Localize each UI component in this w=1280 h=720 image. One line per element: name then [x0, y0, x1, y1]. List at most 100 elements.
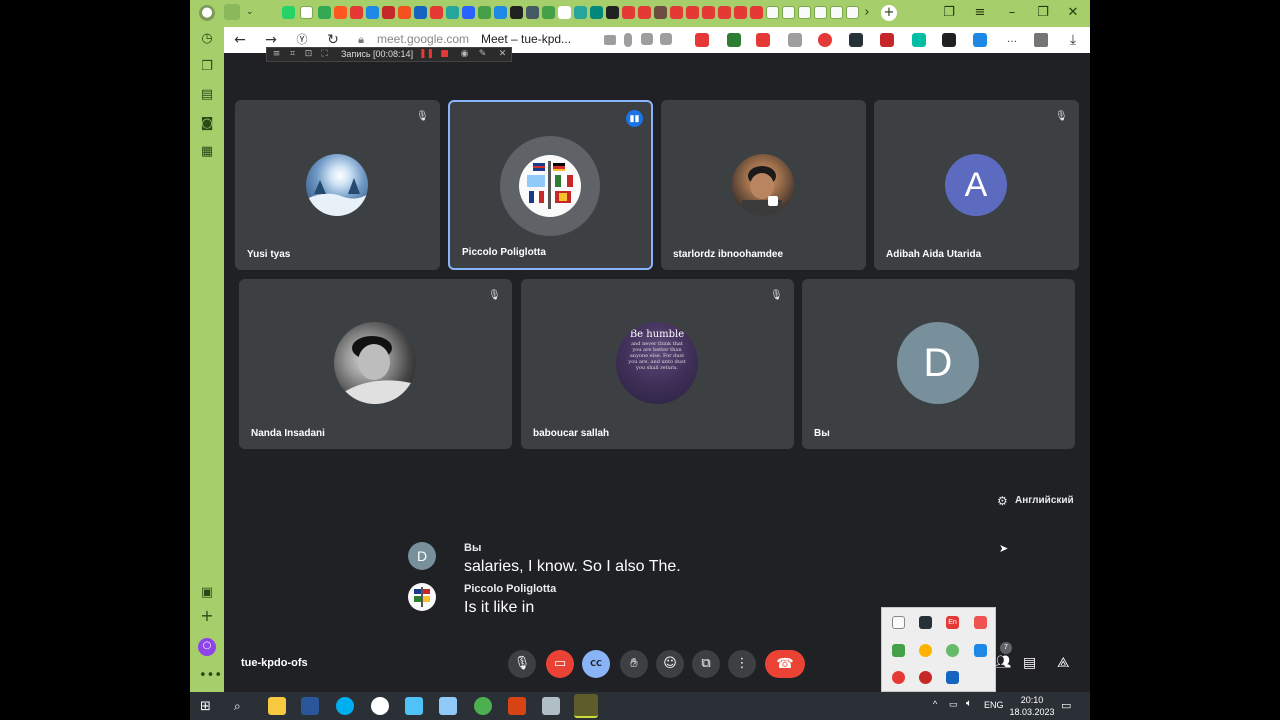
- clock[interactable]: 20:10 18.03.2023: [1008, 694, 1056, 718]
- tab-favicon[interactable]: [622, 6, 635, 19]
- extension-icon[interactable]: [849, 33, 863, 47]
- participant-tile-speaking[interactable]: ▮▮ Piccolo Poliglotta: [448, 100, 653, 270]
- yandex-browser-icon[interactable]: [371, 697, 389, 715]
- participant-tile-self[interactable]: D Вы: [802, 279, 1075, 449]
- tab-favicon[interactable]: [430, 6, 443, 19]
- tab-meet-active[interactable]: [300, 6, 313, 19]
- extension-icon[interactable]: [880, 33, 894, 47]
- app-tray-icon[interactable]: [892, 644, 905, 657]
- bookmark-icon[interactable]: [660, 33, 672, 45]
- tray-chevron-up-icon[interactable]: ^: [933, 699, 937, 709]
- menu-icon[interactable]: ≡: [971, 4, 989, 22]
- app-icon[interactable]: [405, 697, 423, 715]
- minimize-button[interactable]: –: [1003, 4, 1021, 22]
- tab-favicon[interactable]: [558, 6, 571, 19]
- participant-tile[interactable]: 🎙︎ A Adibah Aida Utarida: [874, 100, 1079, 270]
- tab-whatsapp[interactable]: [282, 6, 295, 19]
- recorder-app-icon[interactable]: [574, 694, 598, 718]
- sidebar-app-icon[interactable]: ▣: [199, 585, 215, 601]
- network-icon[interactable]: ▭: [949, 699, 958, 710]
- usb-icon[interactable]: [892, 616, 905, 629]
- shield-extension-icon[interactable]: [788, 33, 802, 47]
- volume-icon[interactable]: 🔈︎: [966, 698, 972, 709]
- tab-favicon[interactable]: [702, 6, 715, 19]
- menu-icon[interactable]: ≡: [271, 49, 282, 60]
- pen-icon[interactable]: ✎: [477, 49, 488, 60]
- extensions-puzzle-icon[interactable]: [1034, 33, 1048, 47]
- tab-favicon[interactable]: [782, 6, 795, 19]
- pause-icon[interactable]: ❚❚: [419, 49, 434, 60]
- tab-favicon[interactable]: [718, 6, 731, 19]
- tab-favicon[interactable]: [734, 6, 747, 19]
- emoji-button[interactable]: ☺: [656, 650, 684, 678]
- tab-favicon[interactable]: [526, 6, 539, 19]
- more-extensions-icon[interactable]: …: [1003, 31, 1021, 49]
- app-tray-icon[interactable]: [946, 671, 959, 684]
- back-button[interactable]: ←: [231, 31, 249, 49]
- tab-favicon[interactable]: [814, 6, 827, 19]
- more-icon[interactable]: •••: [199, 668, 222, 684]
- activities-icon[interactable]: ⟁: [1057, 655, 1070, 671]
- tab-audio-icon[interactable]: [641, 33, 653, 45]
- word-icon[interactable]: [301, 697, 319, 715]
- participant-tile[interactable]: starlordz ibnoohamdee: [661, 100, 866, 270]
- tab-favicon[interactable]: [510, 6, 523, 19]
- apps-grid-icon[interactable]: ▦: [199, 144, 215, 160]
- chevron-down-icon[interactable]: ⌄: [246, 6, 256, 19]
- extension-icon[interactable]: [912, 33, 926, 47]
- collections-icon[interactable]: ❐: [199, 59, 215, 75]
- camera-indicator-icon[interactable]: [604, 35, 616, 45]
- more-options-button[interactable]: ⋮: [728, 650, 756, 678]
- mic-button[interactable]: 🎙︎: [508, 650, 536, 678]
- window-icon[interactable]: ⊡: [303, 49, 314, 60]
- tab-favicon[interactable]: [638, 6, 651, 19]
- app-icon[interactable]: [439, 697, 457, 715]
- download-extension-icon[interactable]: [727, 33, 741, 47]
- tab-favicon[interactable]: [590, 6, 603, 19]
- close-window-button[interactable]: ✕: [1064, 4, 1082, 22]
- tab-favicon[interactable]: [654, 6, 667, 19]
- tab-favicon[interactable]: [830, 6, 843, 19]
- tab-favicon[interactable]: [366, 6, 379, 19]
- downloads-icon[interactable]: ⤓: [1064, 31, 1082, 49]
- file-explorer-icon[interactable]: [268, 697, 286, 715]
- profile-icon[interactable]: ●: [199, 5, 215, 21]
- app-icon[interactable]: [474, 697, 492, 715]
- notifications-icon[interactable]: ▭: [1061, 699, 1071, 712]
- participant-tile[interactable]: 🎙︎ Nanda Insadani: [239, 279, 512, 449]
- close-icon[interactable]: ✕: [497, 49, 508, 60]
- add-panel-icon[interactable]: +: [199, 608, 215, 624]
- tab-favicon[interactable]: [398, 6, 411, 19]
- tab-favicon[interactable]: [494, 6, 507, 19]
- sound-tab-icon[interactable]: [224, 4, 240, 20]
- volume-icon[interactable]: [942, 33, 956, 47]
- shield-icon[interactable]: [919, 616, 932, 629]
- tab-favicon[interactable]: [766, 6, 779, 19]
- history-icon[interactable]: ◷: [199, 31, 215, 47]
- participant-tile[interactable]: 🎙︎ Yusi tyas: [235, 100, 440, 270]
- gear-icon[interactable]: ⚙: [997, 494, 1011, 508]
- record-tray-icon[interactable]: [919, 671, 932, 684]
- media-icon[interactable]: ▤: [199, 87, 215, 103]
- tab-favicon[interactable]: [382, 6, 395, 19]
- tab-favicon[interactable]: [414, 6, 427, 19]
- translate-extension-icon[interactable]: [973, 33, 987, 47]
- tab-favicon[interactable]: [686, 6, 699, 19]
- participant-tile[interactable]: 🎙︎ Be humble and never think that you ar…: [521, 279, 794, 449]
- tab-favicon[interactable]: [798, 6, 811, 19]
- raise-hand-button[interactable]: ✋︎: [620, 650, 648, 678]
- tab-manager-icon[interactable]: ❐: [940, 4, 958, 22]
- app-icon[interactable]: [542, 697, 560, 715]
- app-tray-icon[interactable]: [974, 616, 987, 629]
- fullscreen-icon[interactable]: ⛶: [319, 49, 330, 60]
- tab-favicon[interactable]: [606, 6, 619, 19]
- tab-favicon[interactable]: [318, 6, 331, 19]
- tab-favicon[interactable]: [750, 6, 763, 19]
- caption-language-button[interactable]: Английский: [1015, 495, 1074, 506]
- windows-start-icon[interactable]: ⊞: [200, 699, 211, 714]
- input-language[interactable]: ENG: [984, 700, 1004, 710]
- captions-button[interactable]: CC: [582, 650, 610, 678]
- tab-favicon[interactable]: [334, 6, 347, 19]
- new-tab-button[interactable]: +: [881, 5, 897, 21]
- chevron-right-icon[interactable]: ›: [858, 4, 876, 22]
